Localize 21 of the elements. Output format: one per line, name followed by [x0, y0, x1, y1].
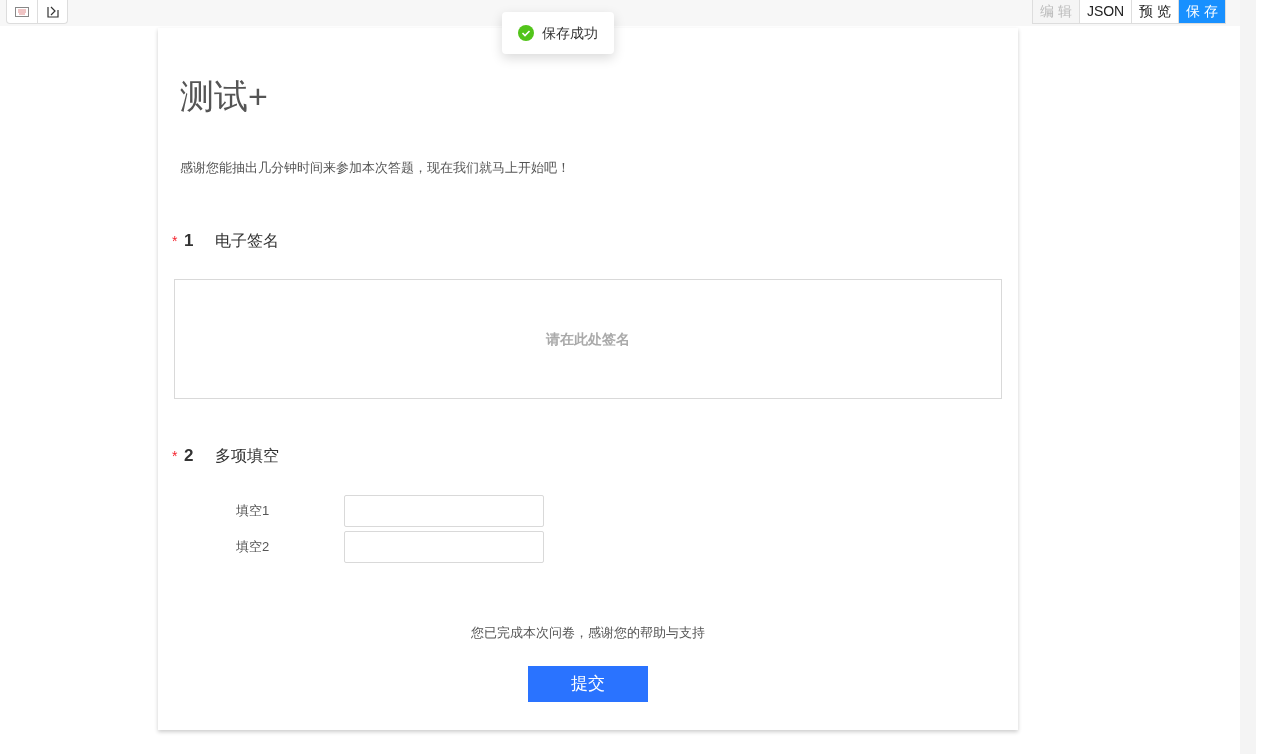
- question-number: 1: [184, 229, 195, 252]
- success-icon: [518, 25, 534, 41]
- question-title: 电子签名: [215, 230, 279, 251]
- question-title: 多项填空: [215, 446, 279, 466]
- survey-intro: 感谢您能抽出几分钟时间来参加本次答题，现在我们就马上开始吧！: [180, 159, 570, 177]
- input-field[interactable]: [344, 530, 544, 563]
- blank-label: 填空2: [236, 537, 271, 556]
- toolbar-button[interactable]: 预 览: [1131, 0, 1179, 23]
- signature-pad[interactable]: 请在此处签名: [174, 279, 1002, 399]
- required-mark: *: [172, 231, 179, 251]
- closing-message: 您已完成本次问卷，感谢您的帮助与支持: [471, 623, 705, 642]
- toast-message: 保存成功: [542, 23, 598, 43]
- survey-title: 测试+: [180, 76, 268, 116]
- signature-hint: 请在此处签名: [546, 329, 630, 349]
- submit-button[interactable]: 提交: [528, 666, 648, 702]
- required-mark: *: [172, 447, 179, 466]
- blank-label: 填空1: [236, 501, 271, 520]
- input-field[interactable]: [344, 494, 544, 527]
- toolbar-button[interactable]: 保 存: [1178, 0, 1225, 23]
- question-number: 2: [184, 445, 195, 467]
- toolbar-button[interactable]: JSON: [1078, 0, 1132, 23]
